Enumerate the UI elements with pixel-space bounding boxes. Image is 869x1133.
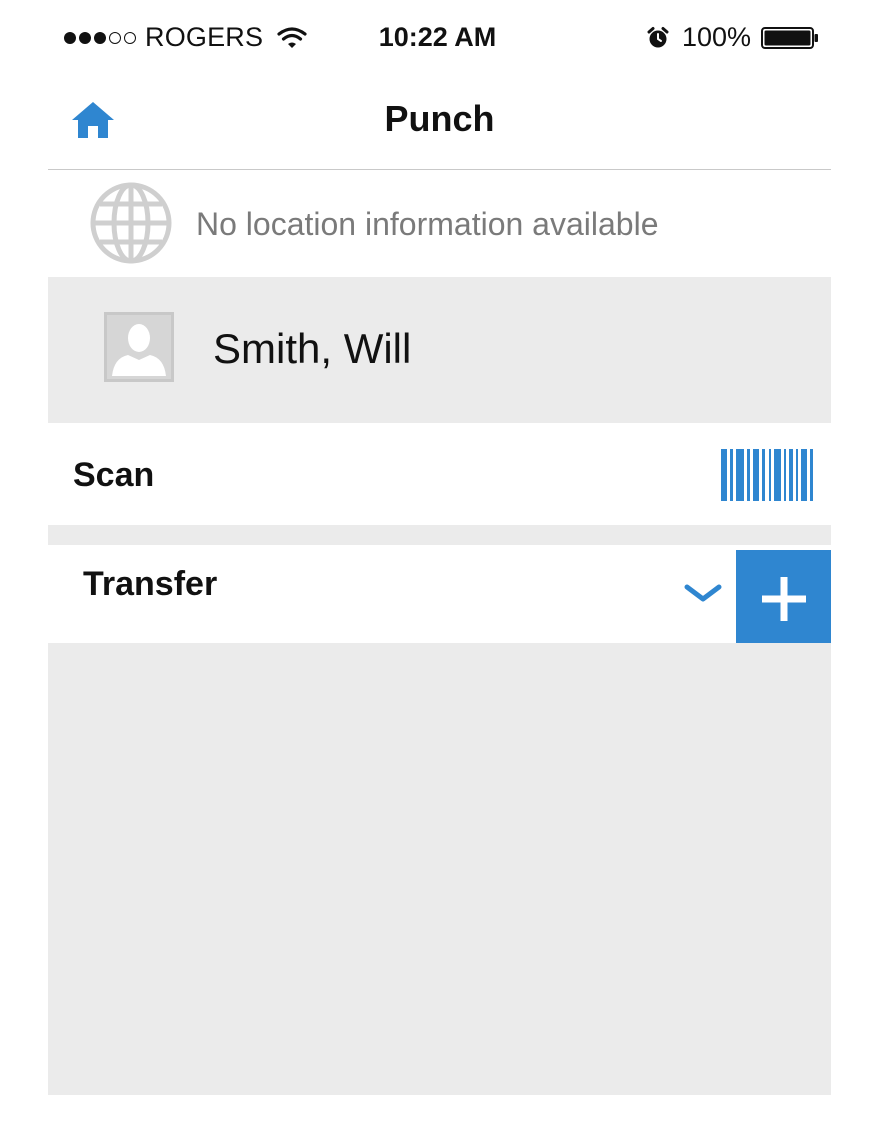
transfer-list-area (48, 643, 831, 1095)
location-status-text: No location information available (196, 206, 659, 242)
employee-row: Smith, Will (48, 277, 831, 423)
alarm-icon (647, 26, 669, 47)
status-right: 100% (646, 22, 819, 53)
location-row: No location information available (48, 171, 831, 277)
transfer-row: Transfer (48, 545, 831, 647)
transfer-label: Transfer (83, 565, 218, 603)
status-bar: ROGERS 10:22 AM 100% (0, 0, 869, 78)
nav-bar: Punch (48, 78, 831, 170)
avatar-placeholder-icon (104, 312, 174, 382)
punch-screen: ROGERS 10:22 AM 100% Punch No location i… (0, 0, 869, 1133)
scan-label: Scan (73, 456, 155, 494)
page-title: Punch (384, 98, 495, 139)
plus-icon (762, 577, 806, 621)
chevron-down-icon[interactable] (681, 579, 725, 607)
battery-icon (761, 26, 818, 49)
scan-row[interactable]: Scan (48, 423, 831, 525)
section-divider (48, 525, 831, 545)
globe-icon (90, 182, 172, 264)
add-transfer-button[interactable] (736, 550, 831, 647)
employee-name: Smith, Will (213, 325, 412, 372)
battery-percent: 100% (681, 22, 751, 52)
barcode-icon[interactable] (721, 449, 813, 501)
